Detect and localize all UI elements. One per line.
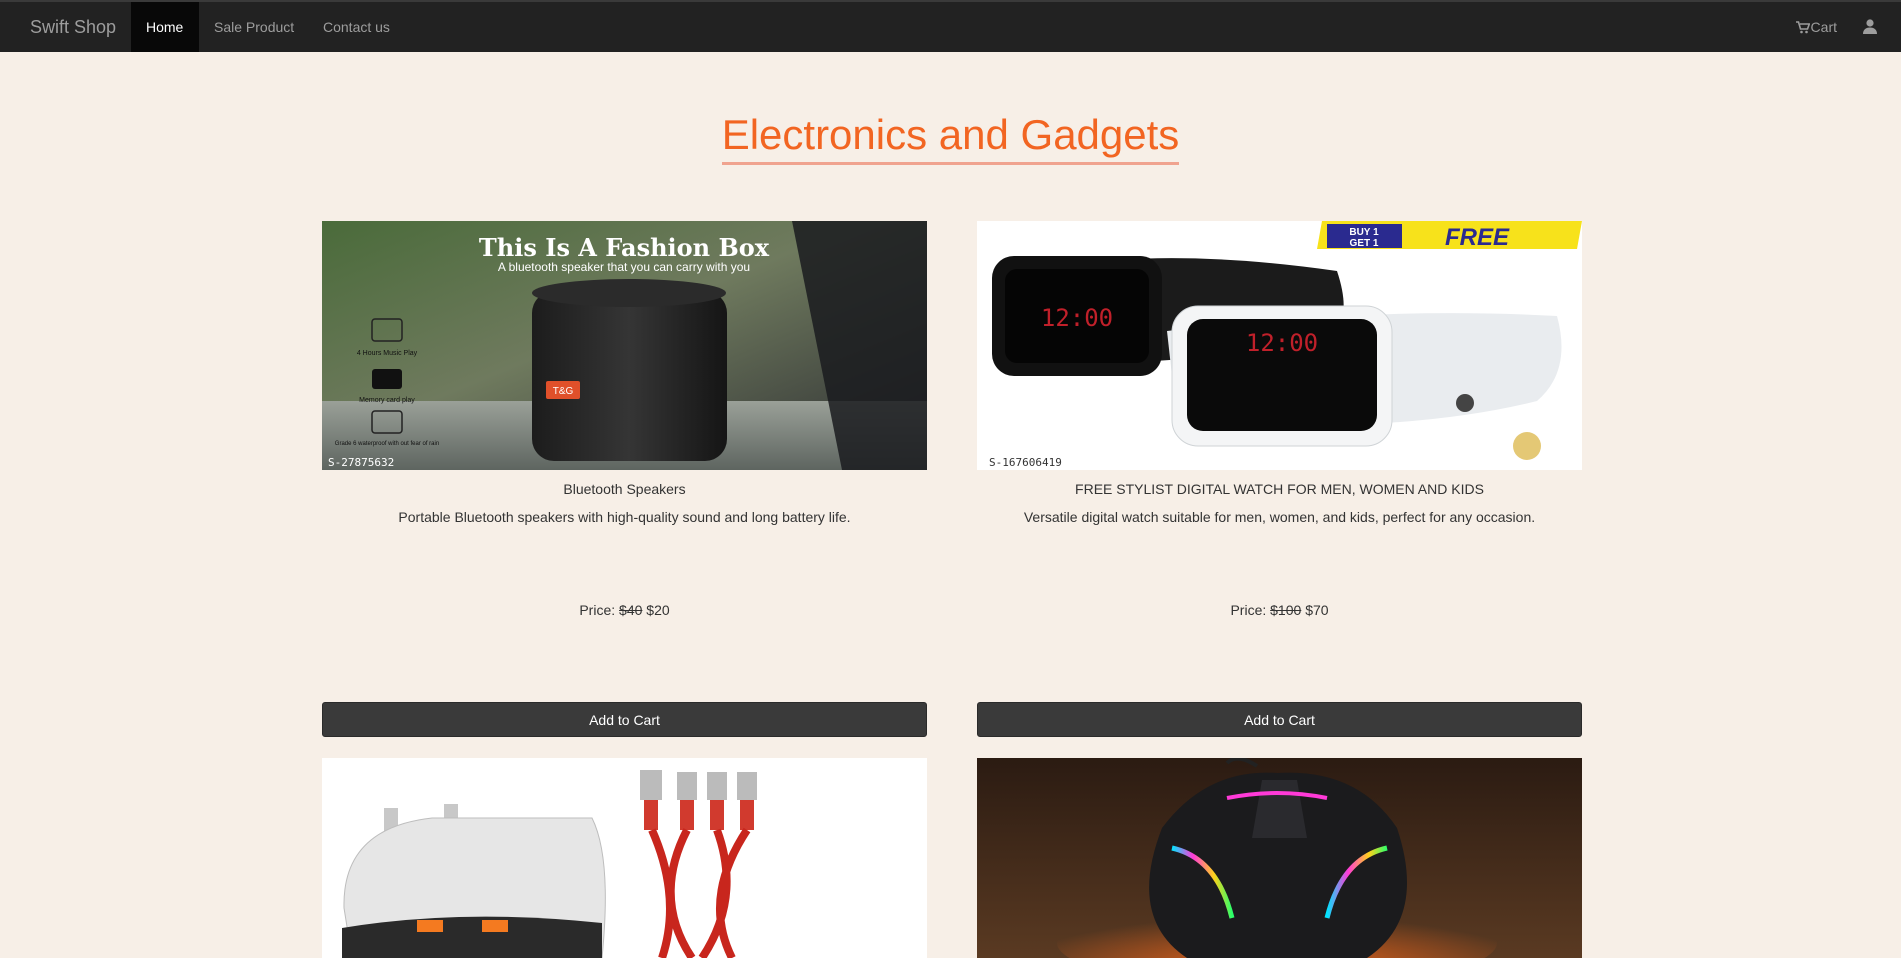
bluetooth-speaker-image: T&G This Is A Fashion Box A bluetooth sp… — [322, 221, 927, 470]
add-to-cart-button[interactable]: Add to Cart — [977, 702, 1582, 737]
top-navbar: Swift Shop Home Sale Product Contact us … — [0, 0, 1901, 52]
product-description: Portable Bluetooth speakers with high-qu… — [398, 509, 851, 525]
product-price: Price: $40 $20 — [322, 602, 927, 618]
image-heading-text: This Is A Fashion Box — [479, 233, 770, 262]
nav-cart[interactable]: Cart — [1795, 2, 1837, 52]
product-card: BUY 1 GET 1 FREE 12:00 12:00 S-167606419… — [977, 221, 1582, 737]
image-code-text: S-167606419 — [989, 456, 1062, 469]
feature-text: Memory card play — [359, 397, 415, 404]
speaker-brand-text: T&G — [553, 386, 574, 397]
product-card — [322, 758, 927, 958]
nav-sale-product[interactable]: Sale Product — [199, 2, 309, 52]
price-label: Price: — [1230, 602, 1267, 618]
product-price: Price: $100 $70 — [977, 602, 1582, 618]
product-name: FREE STYLIST DIGITAL WATCH FOR MEN, WOME… — [1075, 481, 1484, 497]
page-title: Electronics and Gadgets — [721, 110, 1180, 165]
new-price: $20 — [646, 602, 670, 618]
digital-watch-image: BUY 1 GET 1 FREE 12:00 12:00 S-167606419 — [977, 221, 1582, 470]
cart-label: Cart — [1810, 19, 1837, 35]
badge-text: GET 1 — [1350, 238, 1379, 249]
gaming-mouse-image — [977, 758, 1582, 958]
feature-text: Grade 6 waterproof with out fear of rain — [335, 441, 439, 447]
charger-cable-image — [322, 758, 927, 958]
user-icon[interactable] — [1862, 18, 1878, 34]
nav-home[interactable]: Home — [131, 2, 199, 52]
product-card — [977, 758, 1582, 958]
price-label: Price: — [579, 602, 616, 618]
old-price: $40 — [619, 602, 643, 618]
product-card: T&G This Is A Fashion Box A bluetooth sp… — [322, 221, 927, 737]
watch-time-text: 12:00 — [1041, 304, 1113, 332]
product-description: Versatile digital watch suitable for men… — [1023, 509, 1536, 525]
badge-text: FREE — [1445, 224, 1510, 251]
page-title-wrap: Electronics and Gadgets — [0, 110, 1901, 165]
old-price: $100 — [1270, 602, 1302, 618]
add-to-cart-button[interactable]: Add to Cart — [322, 702, 927, 737]
product-name: Bluetooth Speakers — [563, 481, 686, 497]
shopping-cart-icon — [1795, 21, 1810, 34]
new-price: $70 — [1305, 602, 1329, 618]
feature-text: 4 Hours Music Play — [357, 350, 418, 357]
brand-link[interactable]: Swift Shop — [30, 2, 116, 52]
badge-text: BUY 1 — [1349, 227, 1379, 238]
image-code-text: S-27875632 — [328, 456, 394, 469]
image-subheading-text: A bluetooth speaker that you can carry w… — [498, 260, 750, 274]
nav-contact-us[interactable]: Contact us — [308, 2, 405, 52]
watch-time-text: 12:00 — [1246, 329, 1318, 357]
